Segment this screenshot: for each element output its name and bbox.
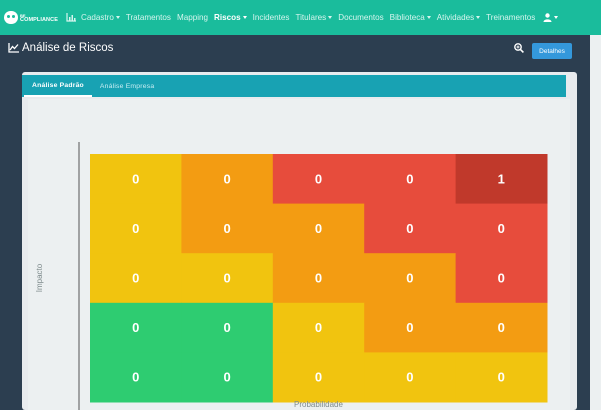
heatmap-cell-value: 0 (498, 320, 505, 335)
nav-item-label: Mapping (176, 13, 209, 22)
user-menu[interactable] (543, 13, 559, 22)
search-plus-icon[interactable] (514, 43, 524, 53)
page-title: Análise de Riscos (8, 42, 113, 54)
nav-item-titulares[interactable]: Titulares (295, 13, 333, 22)
y-axis-label: Impacto (35, 263, 44, 292)
heatmap-cell-value: 0 (223, 370, 230, 385)
nav-item-label: Biblioteca (389, 13, 425, 22)
heatmap-cell-value: 0 (406, 221, 413, 236)
nav-item-label: Treinamentos (486, 13, 536, 22)
details-button[interactable]: Detalhes (532, 43, 572, 59)
heatmap-cell-value: 0 (315, 370, 322, 385)
top-navbar: BE COMPLIANCE Cadastro Tratamentos Mapping… (0, 0, 601, 35)
heatmap-cell-value: 0 (406, 320, 413, 335)
nav-menu: Cadastro Tratamentos Mapping Riscos Incident… (81, 13, 541, 22)
heatmap-cell-value: 0 (132, 320, 139, 335)
heatmap-cell-value: 1 (498, 171, 505, 186)
heatmap-cell-value: 0 (132, 271, 139, 286)
nav-item-cadastro[interactable]: Cadastro (81, 13, 120, 22)
chevron-down-icon (328, 16, 333, 19)
user-icon (543, 13, 552, 22)
heatmap-cell-value: 0 (498, 370, 505, 385)
logo-text-line2: COMPLIANCE (20, 16, 58, 23)
nav-item-label: Titulares (295, 13, 327, 22)
heatmap-cell-value: 0 (406, 271, 413, 286)
nav-item-label: Documentos (338, 13, 384, 22)
heatmap-cell-value: 0 (223, 221, 230, 236)
nav-item-riscos[interactable]: Riscos (214, 13, 247, 22)
heatmap-svg: 0 0 0 0 1 0 0 0 0 0 0 0 0 0 0 0 0 0 0 0 0 0 0 0 0 Impacto Probabil… (35, 142, 548, 410)
tab-bar: Análise Padrão Análise Empresa (22, 75, 566, 97)
x-axis-label: Probabilidade (294, 400, 343, 409)
nav-item-documentos[interactable]: Documentos (338, 13, 383, 22)
nav-item-biblioteca[interactable]: Biblioteca (390, 13, 431, 22)
chevron-down-icon (554, 16, 559, 19)
heatmap-cell-value: 0 (132, 171, 139, 186)
chevron-down-icon (115, 16, 120, 19)
chevron-down-icon (426, 16, 431, 19)
page-title-text: Análise de Riscos (22, 42, 114, 54)
nav-item-label: Incidentes (252, 13, 290, 22)
nav-item-treinamentos[interactable]: Treinamentos (486, 13, 535, 22)
area-chart-icon (8, 43, 19, 53)
logo-mark (4, 11, 18, 24)
logo[interactable]: BE COMPLIANCE (4, 11, 58, 24)
heatmap-cell-value: 0 (223, 320, 230, 335)
nav-item-atividades[interactable]: Atividades (436, 13, 481, 22)
heatmap-cell-value: 0 (498, 271, 505, 286)
nav-item-mapping[interactable]: Mapping (177, 13, 208, 22)
nav-item-incidentes[interactable]: Incidentes (253, 13, 290, 22)
heatmap-cell-value: 0 (223, 171, 230, 186)
chevron-down-icon (476, 16, 481, 19)
main-content: Análise de Riscos Detalhes Análise Padrã… (0, 35, 590, 410)
bar-chart-icon[interactable] (66, 13, 76, 22)
heatmap-cell-value: 0 (315, 320, 322, 335)
nav-item-label: Cadastro (80, 13, 114, 22)
nav-item-label: Riscos (214, 13, 241, 22)
heatmap-cell-value: 0 (406, 370, 413, 385)
tab-analise-empresa[interactable]: Análise Empresa (92, 75, 162, 97)
chevron-down-icon (242, 16, 247, 19)
heatmap-cell-value: 0 (132, 370, 139, 385)
nav-item-tratamentos[interactable]: Tratamentos (126, 13, 171, 22)
heatmap-cell-value: 0 (406, 171, 413, 186)
heatmap-cell-value: 0 (132, 221, 139, 236)
heatmap-cell-value: 0 (223, 271, 230, 286)
heatmap-cell-value: 0 (498, 221, 505, 236)
heatmap-cell-value: 0 (315, 271, 322, 286)
analysis-panel: Análise Padrão Análise Empresa 000010000… (22, 72, 577, 410)
tab-analise-padrao[interactable]: Análise Padrão (24, 75, 92, 97)
nav-item-label: Tratamentos (125, 13, 171, 22)
heatmap-cell-value: 0 (315, 171, 322, 186)
risk-heatmap: 0 0 0 0 1 0 0 0 0 0 0 0 0 0 0 0 0 0 0 0 0 0 0 0 0 Impacto Probabil… (28, 99, 570, 410)
heatmap-cell-value: 0 (315, 221, 322, 236)
nav-item-label: Atividades (436, 13, 475, 22)
